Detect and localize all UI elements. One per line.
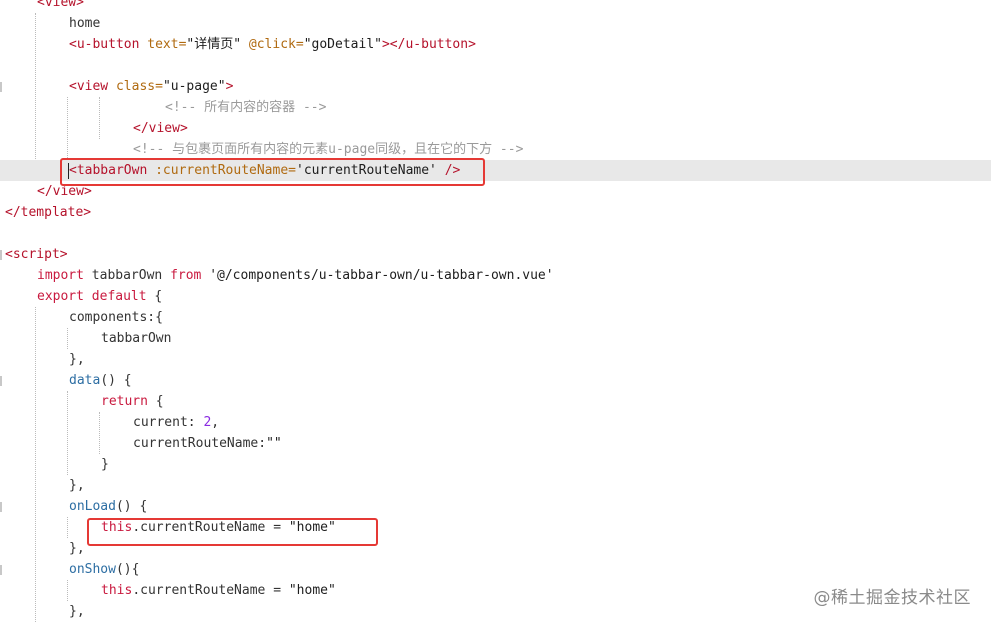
code-token-plain: currentRouteName: bbox=[133, 436, 267, 451]
highlight-box-tabbar bbox=[60, 158, 485, 186]
code-token-plain: (){ bbox=[115, 562, 140, 577]
code-line[interactable]: }, bbox=[0, 349, 991, 370]
code-line[interactable]: <!-- 与包裹页面所有内容的元素u-page同级，且在它的下方 --> bbox=[0, 139, 991, 160]
code-line[interactable]: } bbox=[0, 454, 991, 475]
code-line[interactable]: current: 2, bbox=[0, 412, 991, 433]
code-line[interactable]: return { bbox=[0, 391, 991, 412]
code-token-plain: } bbox=[101, 457, 109, 472]
code-token-fn: data bbox=[69, 373, 101, 388]
code-token-attr: class= bbox=[115, 79, 163, 94]
code-token-fn: onLoad bbox=[69, 499, 116, 514]
code-token-plain: }, bbox=[69, 604, 85, 619]
code-token-tag: ></u-button> bbox=[381, 37, 476, 52]
code-line[interactable]: }, bbox=[0, 475, 991, 496]
code-token-com: <!-- 与包裹页面所有内容的元素u-page同级，且在它的下方 --> bbox=[133, 142, 524, 157]
code-token-tag: > bbox=[225, 79, 234, 94]
code-token-plain: , bbox=[211, 415, 220, 430]
code-token-str: "goDetail" bbox=[303, 37, 382, 52]
code-line[interactable]: tabbarOwn bbox=[0, 328, 991, 349]
code-token-plain: home bbox=[69, 16, 101, 31]
code-token-tag: <view bbox=[69, 79, 109, 94]
code-line[interactable]: onShow(){ bbox=[0, 559, 991, 580]
code-token-plain: () { bbox=[100, 373, 132, 388]
code-line[interactable]: <view class="u-page"> bbox=[0, 76, 991, 97]
code-token-str: '@/components/u-tabbar-own/u-tabbar-own.… bbox=[209, 268, 554, 283]
code-token-attr: text= bbox=[147, 37, 187, 52]
code-token-com: <!-- 所有内容的容器 --> bbox=[165, 100, 327, 115]
code-token-plain: tabbarOwn bbox=[83, 268, 171, 283]
code-token-fn: onShow bbox=[69, 562, 116, 577]
code-token-str: "详情页" bbox=[186, 37, 242, 52]
code-line[interactable]: components:{ bbox=[0, 307, 991, 328]
code-line[interactable] bbox=[0, 55, 991, 76]
code-line[interactable]: <!-- 所有内容的容器 --> bbox=[0, 97, 991, 118]
code-line[interactable]: home bbox=[0, 13, 991, 34]
code-token-kw: import bbox=[37, 268, 84, 283]
code-token-tag: </template> bbox=[5, 205, 92, 220]
code-token-str: "u-page" bbox=[162, 79, 226, 94]
code-token-tag: </view> bbox=[37, 184, 92, 199]
code-token-plain: .currentRouteName = bbox=[132, 583, 289, 598]
code-editor[interactable]: <view> home <u-button text="详情页" @click="g… bbox=[0, 0, 991, 626]
code-token-str: "home" bbox=[288, 583, 336, 598]
code-token-plain: { bbox=[146, 289, 163, 304]
code-token-kw: return bbox=[101, 394, 148, 409]
code-token-tag: <view> bbox=[37, 0, 84, 10]
code-token-kw: default bbox=[91, 289, 147, 304]
code-token-kw: from bbox=[170, 268, 202, 283]
code-line[interactable]: onLoad() { bbox=[0, 496, 991, 517]
code-token-plain: }, bbox=[69, 478, 85, 493]
code-token-plain: current: bbox=[133, 415, 204, 430]
code-token-attr: @click= bbox=[248, 37, 304, 52]
code-line[interactable]: <u-button text="详情页" @click="goDetail"><… bbox=[0, 34, 991, 55]
code-token-plain: }, bbox=[69, 541, 85, 556]
code-token-kw: export bbox=[37, 289, 84, 304]
code-token-plain: }, bbox=[69, 352, 85, 367]
watermark: @稀土掘金技术社区 bbox=[813, 588, 971, 608]
code-line[interactable]: <view> bbox=[0, 0, 991, 13]
code-token-tag: </view> bbox=[133, 121, 188, 136]
code-line[interactable]: data() { bbox=[0, 370, 991, 391]
code-line[interactable]: export default { bbox=[0, 286, 991, 307]
code-line[interactable]: <script> bbox=[0, 244, 991, 265]
text-cursor bbox=[68, 163, 69, 179]
code-token-str: "" bbox=[266, 436, 282, 451]
code-line[interactable]: </view> bbox=[0, 118, 991, 139]
code-token-kw: this bbox=[101, 583, 133, 598]
highlight-box-onload bbox=[87, 518, 378, 546]
code-token-tag: <script> bbox=[5, 247, 68, 262]
code-token-tag: <u-button bbox=[69, 37, 140, 52]
code-token-plain: tabbarOwn bbox=[101, 331, 172, 346]
code-line[interactable]: </template> bbox=[0, 202, 991, 223]
code-token-plain: components:{ bbox=[69, 310, 163, 325]
code-line[interactable] bbox=[0, 223, 991, 244]
code-line[interactable]: currentRouteName:"" bbox=[0, 433, 991, 454]
code-token-plain: () { bbox=[115, 499, 148, 514]
code-token-plain: { bbox=[147, 394, 164, 409]
code-line[interactable]: import tabbarOwn from '@/components/u-ta… bbox=[0, 265, 991, 286]
